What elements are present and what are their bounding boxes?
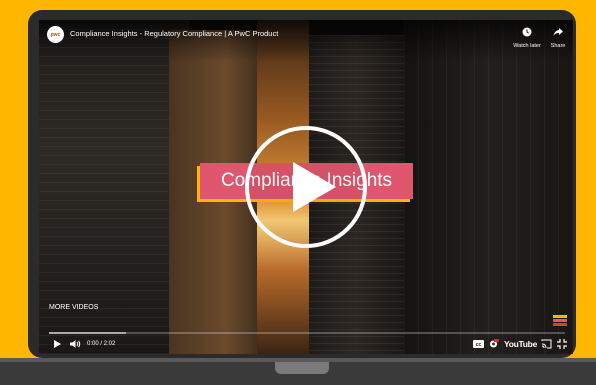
more-videos-button[interactable]: MORE VIDEOS: [49, 304, 98, 311]
svg-text:cc: cc: [476, 342, 482, 348]
watch-later-button[interactable]: Watch later: [510, 24, 544, 49]
volume-icon[interactable]: [69, 339, 81, 349]
fullscreen-icon[interactable]: [557, 339, 567, 349]
share-label: Share: [550, 43, 566, 49]
laptop-notch: [275, 362, 329, 374]
progress-bar[interactable]: [49, 332, 565, 334]
youtube-logo[interactable]: YouTube: [504, 339, 537, 349]
channel-logo-text: pwc: [50, 31, 61, 38]
control-bar: 0:00 / 2:02 cc YouTube: [39, 336, 573, 354]
play-pause-button[interactable]: [53, 339, 62, 349]
watch-later-label: Watch later: [513, 43, 541, 49]
cc-icon[interactable]: cc: [473, 340, 484, 348]
progress-fill: [49, 332, 127, 334]
video-scene-building-right-windows: [404, 20, 573, 354]
settings-icon[interactable]: [488, 339, 499, 349]
video-player[interactable]: pwc Compliance Insights - Regulatory Com…: [39, 20, 573, 354]
video-title[interactable]: Compliance Insights - Regulatory Complia…: [70, 29, 278, 38]
top-overlay: [39, 20, 573, 62]
channel-avatar[interactable]: pwc: [47, 26, 64, 43]
cast-icon[interactable]: [541, 339, 552, 349]
share-icon: [553, 28, 563, 36]
clock-icon: [522, 27, 532, 37]
channel-watermark[interactable]: [553, 315, 567, 329]
large-play-button[interactable]: [244, 125, 368, 249]
share-button[interactable]: Share: [546, 24, 570, 49]
time-display: 0:00 / 2:02: [87, 341, 116, 347]
